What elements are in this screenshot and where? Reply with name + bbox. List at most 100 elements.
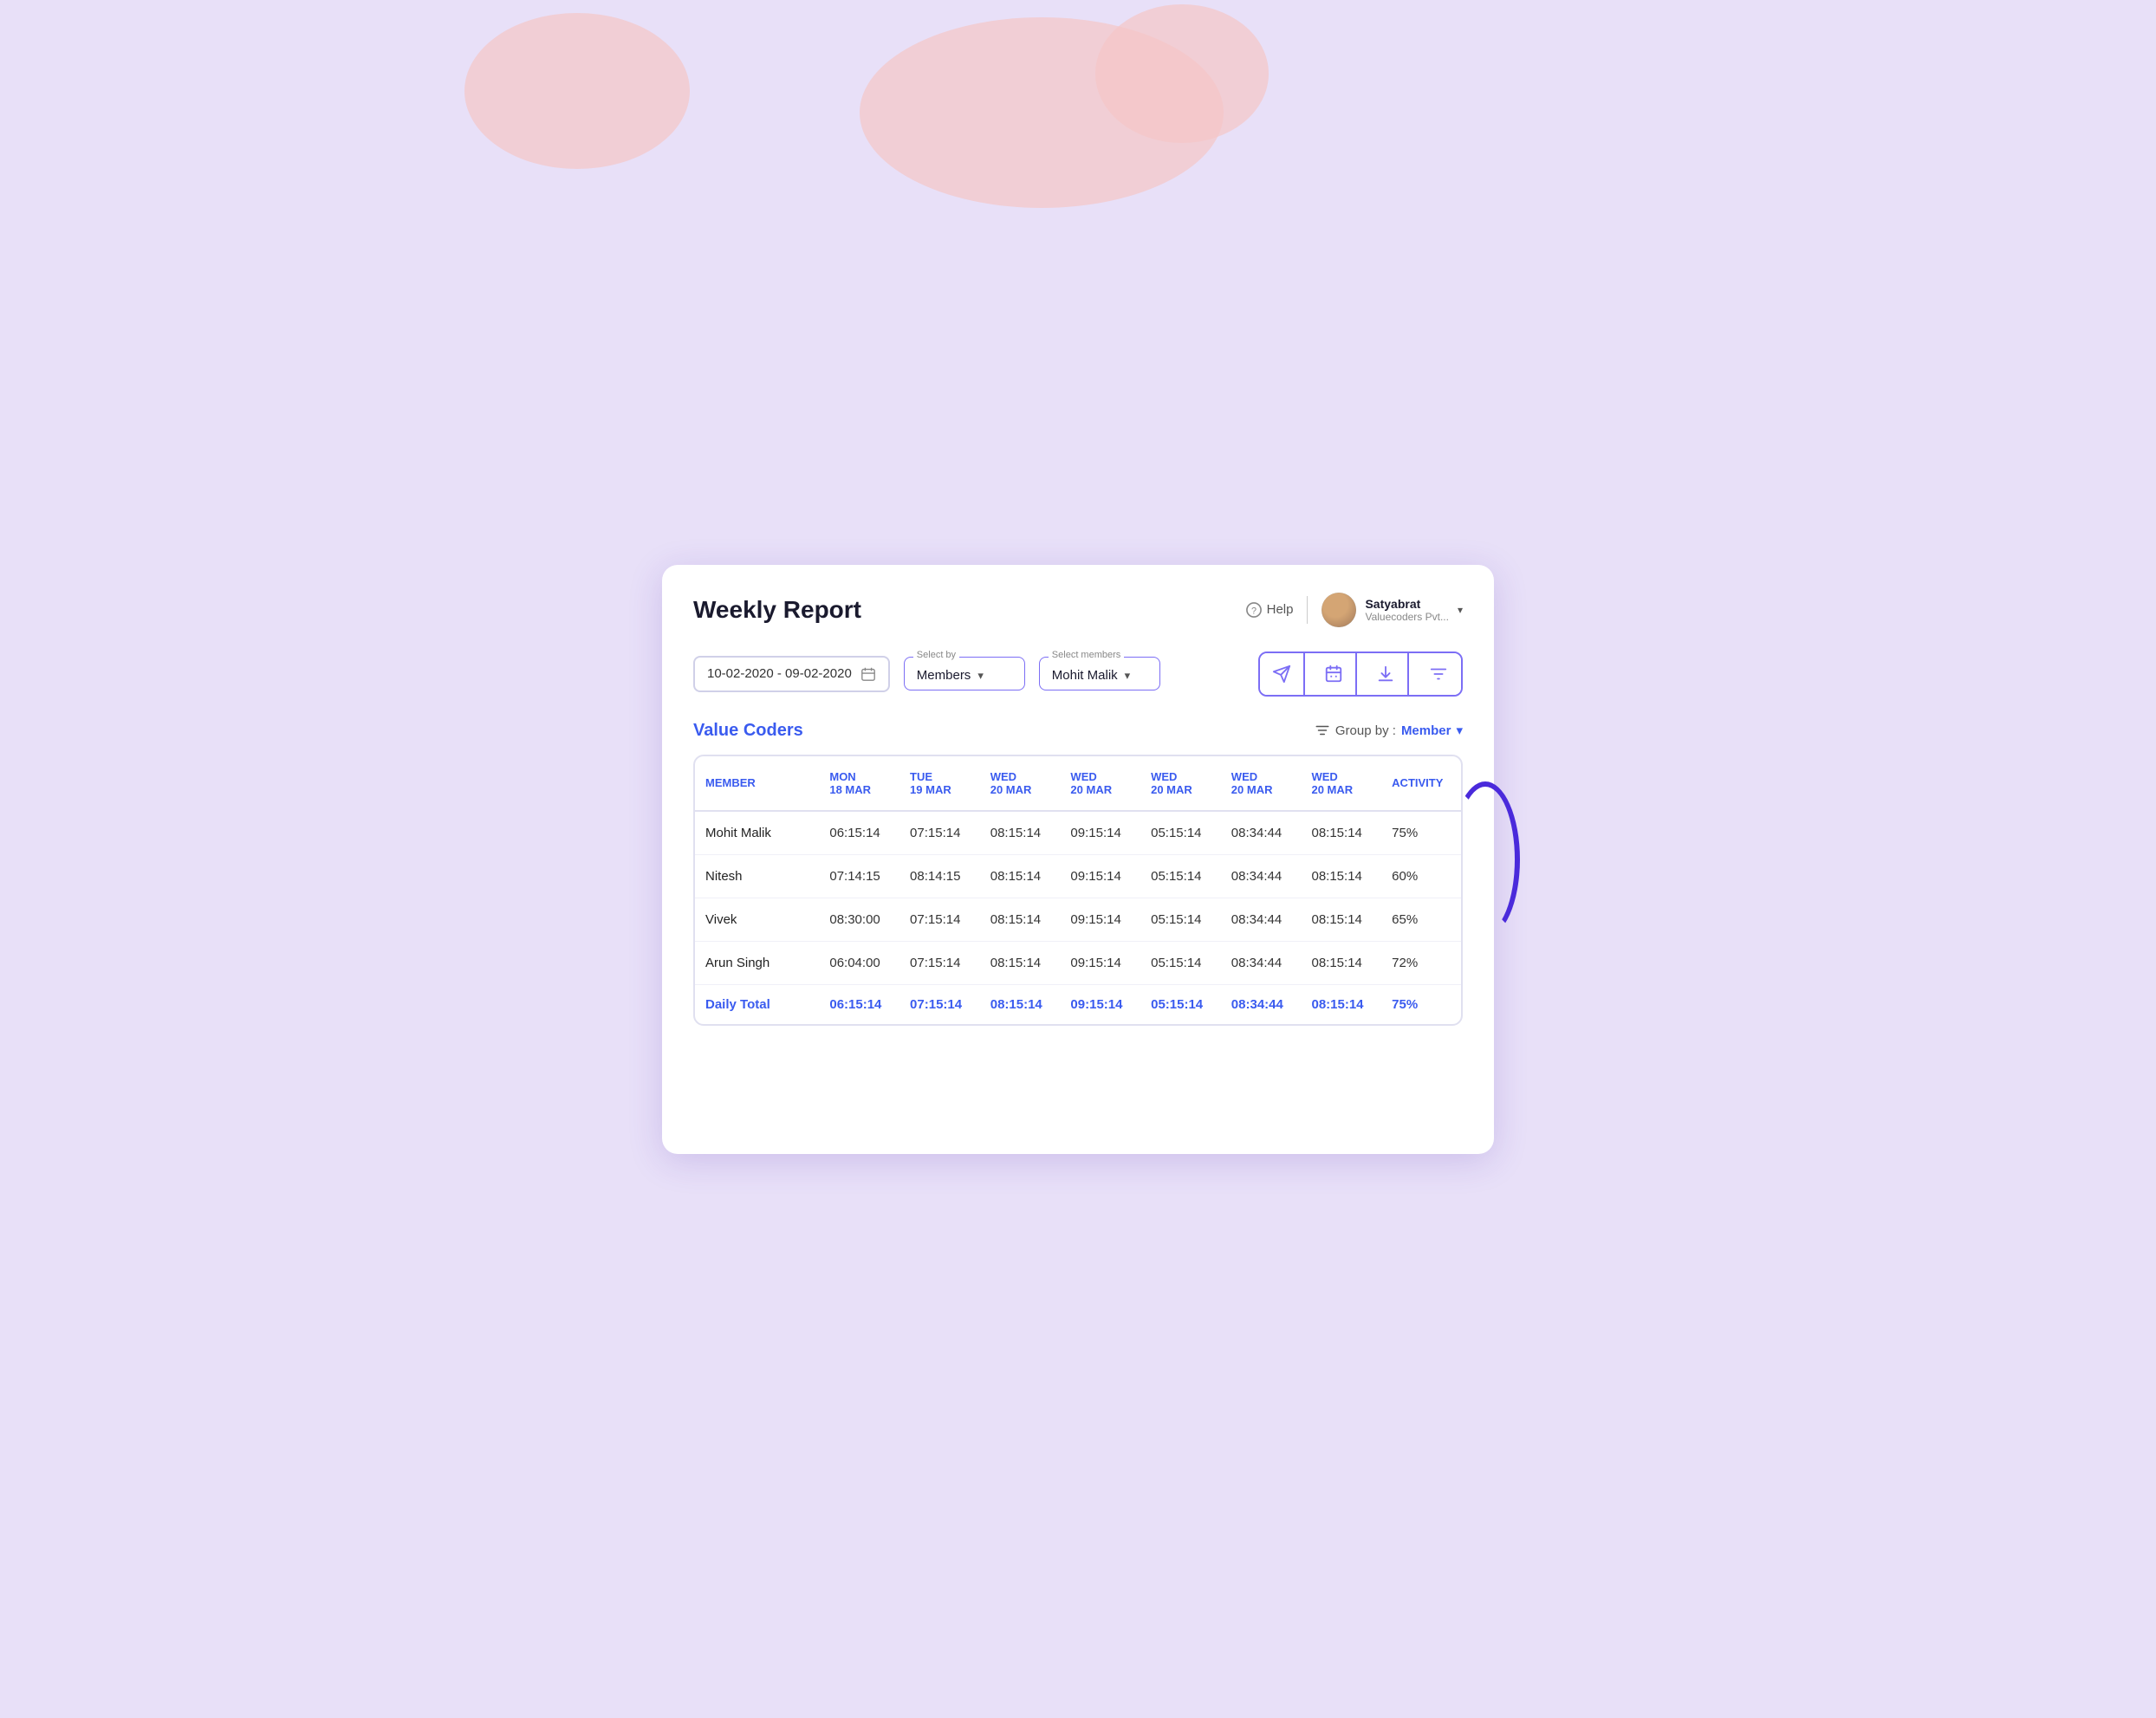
table-row: Arun Singh06:04:0007:15:1408:15:1409:15:… [695,941,1461,984]
main-card: Weekly Report ? Help Satyabrat Valuecode… [662,565,1494,1154]
section-header: Value Coders Group by : Member ▾ [693,721,1463,741]
cell-activity: 72% [1381,941,1461,984]
arc-decoration [1451,781,1520,937]
cell-activity: 75% [1381,811,1461,855]
daily-total-mon18: 06:15:14 [819,984,899,1024]
col-mon18-day: MON [829,770,889,783]
col-activity-label: ACTIVITY [1392,776,1443,789]
cell-wed20e: 08:15:14 [1301,811,1381,855]
user-org: Valuecoders Pvt... [1365,611,1449,623]
col-wed20c-date: 20 MAR [1151,783,1211,796]
table-row: Mohit Malik06:15:1407:15:1408:15:1409:15… [695,811,1461,855]
schedule-icon [1324,665,1343,684]
calendar-icon [860,666,876,682]
col-wed20a-day: WED [990,770,1050,783]
select-by-arrow: ▾ [977,669,984,683]
col-mon18-date: 18 MAR [829,783,889,796]
daily-total-row: Daily Total06:15:1407:15:1408:15:1409:15… [695,984,1461,1024]
col-wed20b-day: WED [1070,770,1130,783]
cell-wed20a: 08:15:14 [980,811,1061,855]
table-row: Vivek08:30:0007:15:1408:15:1409:15:1405:… [695,898,1461,941]
col-wed20e-day: WED [1311,770,1371,783]
user-chevron-icon: ▾ [1458,604,1463,616]
select-by-value[interactable]: Members ▾ [917,668,1012,683]
cell-mon18: 08:30:00 [819,898,899,941]
cell-wed20d: 08:34:44 [1221,941,1302,984]
table-header-row: MEMBER MON 18 MAR TUE 19 MAR WED 20 MAR [695,756,1461,811]
col-tue19-day: TUE [910,770,970,783]
help-link[interactable]: ? Help [1246,602,1294,618]
cell-wed20e: 08:15:14 [1301,854,1381,898]
help-icon: ? [1246,602,1262,618]
cell-wed20a: 08:15:14 [980,941,1061,984]
user-text: Satyabrat Valuecoders Pvt... [1365,597,1449,623]
col-wed20d: WED 20 MAR [1221,756,1302,811]
col-member-label: MEMBER [705,776,756,789]
daily-total-wed20b: 09:15:14 [1060,984,1140,1024]
cell-tue19: 07:15:14 [899,941,980,984]
report-table: MEMBER MON 18 MAR TUE 19 MAR WED 20 MAR [695,756,1461,1024]
daily-total-wed20e: 08:15:14 [1301,984,1381,1024]
vertical-divider [1307,596,1308,624]
cell-tue19: 07:15:14 [899,811,980,855]
col-activity: ACTIVITY [1381,756,1461,811]
date-range-input[interactable]: 10-02-2020 - 09-02-2020 [693,656,890,692]
col-wed20a: WED 20 MAR [980,756,1061,811]
action-buttons [1258,652,1463,697]
cell-tue19: 07:15:14 [899,898,980,941]
table-body: Mohit Malik06:15:1407:15:1408:15:1409:15… [695,811,1461,1024]
select-by-dropdown[interactable]: Select by Members ▾ [904,657,1025,690]
send-icon [1272,665,1291,684]
download-button[interactable] [1364,653,1409,695]
date-range-value: 10-02-2020 - 09-02-2020 [707,666,852,681]
cell-activity: 65% [1381,898,1461,941]
page-title: Weekly Report [693,596,861,624]
cell-mon18: 06:04:00 [819,941,899,984]
user-name: Satyabrat [1365,597,1449,611]
filter-icon [1429,665,1448,684]
user-menu[interactable]: Satyabrat Valuecoders Pvt... ▾ [1322,593,1463,627]
col-mon18: MON 18 MAR [819,756,899,811]
daily-total-wed20a: 08:15:14 [980,984,1061,1024]
avatar [1322,593,1356,627]
cell-wed20c: 05:15:14 [1140,898,1221,941]
cell-member: Vivek [695,898,819,941]
cell-mon18: 07:14:15 [819,854,899,898]
daily-total-activity: 75% [1381,984,1461,1024]
cell-wed20b: 09:15:14 [1060,898,1140,941]
col-wed20c-day: WED [1151,770,1211,783]
col-wed20d-date: 20 MAR [1231,783,1291,796]
col-member: MEMBER [695,756,819,811]
cell-member: Mohit Malik [695,811,819,855]
col-tue19-date: 19 MAR [910,783,970,796]
cell-member: Nitesh [695,854,819,898]
svg-text:?: ? [1251,606,1257,616]
select-members-value[interactable]: Mohit Malik ▾ [1052,668,1147,683]
header-right: ? Help Satyabrat Valuecoders Pvt... ▾ [1246,593,1463,627]
group-by-icon [1315,723,1330,738]
col-wed20e-date: 20 MAR [1311,783,1371,796]
daily-total-wed20d: 08:34:44 [1221,984,1302,1024]
col-wed20b: WED 20 MAR [1060,756,1140,811]
filter-button[interactable] [1416,653,1461,695]
daily-total-member: Daily Total [695,984,819,1024]
cell-activity: 60% [1381,854,1461,898]
cell-wed20a: 08:15:14 [980,898,1061,941]
send-button[interactable] [1260,653,1305,695]
daily-total-wed20c: 05:15:14 [1140,984,1221,1024]
cell-mon18: 06:15:14 [819,811,899,855]
schedule-button[interactable] [1312,653,1357,695]
header: Weekly Report ? Help Satyabrat Valuecode… [693,593,1463,627]
table-row: Nitesh07:14:1508:14:1508:15:1409:15:1405… [695,854,1461,898]
col-tue19: TUE 19 MAR [899,756,980,811]
cell-wed20e: 08:15:14 [1301,898,1381,941]
group-by-control[interactable]: Group by : Member ▾ [1315,723,1463,738]
cell-wed20b: 09:15:14 [1060,811,1140,855]
filters-row: 10-02-2020 - 09-02-2020 Select by Member… [693,652,1463,697]
col-wed20d-day: WED [1231,770,1291,783]
cell-wed20b: 09:15:14 [1060,854,1140,898]
select-members-arrow: ▾ [1125,669,1131,683]
cell-wed20d: 08:34:44 [1221,898,1302,941]
select-members-dropdown[interactable]: Select members Mohit Malik ▾ [1039,657,1160,690]
help-label: Help [1267,602,1294,617]
